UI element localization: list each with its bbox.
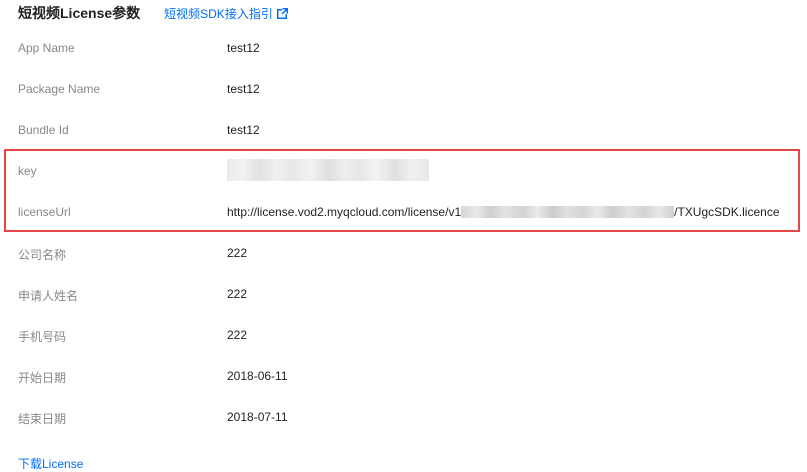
row-value: 2018-06-11: [227, 369, 288, 383]
license-params-list: App Name test12 Package Name test12 Bund…: [0, 28, 807, 438]
row-label: App Name: [18, 41, 75, 55]
sdk-guide-link-label: 短视频SDK接入指引: [164, 6, 273, 21]
row-label: 公司名称: [18, 248, 67, 262]
row-value: 222: [227, 287, 248, 301]
row-start-date: 开始日期 2018-06-11: [0, 356, 807, 397]
row-label: Bundle Id: [18, 123, 69, 137]
row-label: key: [18, 164, 37, 178]
row-package-name: Package Name test12: [0, 69, 807, 110]
row-bundle-id: Bundle Id test12: [0, 110, 807, 151]
row-value: [227, 159, 429, 181]
row-value: 222: [227, 328, 248, 342]
section-header: 短视频License参数 短视频SDK接入指引: [18, 4, 288, 22]
row-license-url: licenseUrl http://license.vod2.myqcloud.…: [0, 192, 807, 233]
license-url-prefix: http://license.vod2.myqcloud.com/license…: [227, 205, 462, 219]
license-url-suffix: /TXUgcSDK.licence: [674, 205, 780, 219]
row-applicant-name: 申请人姓名 222: [0, 274, 807, 315]
row-label: 申请人姓名: [18, 289, 79, 303]
redacted-key-value: [227, 159, 429, 181]
row-label: 开始日期: [18, 371, 67, 385]
row-label: 手机号码: [18, 330, 67, 344]
row-label: licenseUrl: [18, 205, 71, 219]
section-title: 短视频License参数: [18, 5, 141, 21]
row-label: 结束日期: [18, 412, 67, 426]
row-key: key: [0, 151, 807, 192]
license-url-value: http://license.vod2.myqcloud.com/license…: [227, 205, 780, 219]
redacted-url-segment: [461, 206, 675, 218]
row-label: Package Name: [18, 82, 101, 96]
row-value: test12: [227, 123, 260, 137]
download-license-link[interactable]: 下载License: [18, 455, 83, 472]
row-end-date: 结束日期 2018-07-11: [0, 397, 807, 438]
row-value: 222: [227, 246, 248, 260]
row-phone-number: 手机号码 222: [0, 315, 807, 356]
row-value: 2018-07-11: [227, 410, 288, 424]
sdk-guide-link[interactable]: 短视频SDK接入指引: [164, 5, 288, 22]
external-link-icon: [276, 7, 288, 19]
row-company-name: 公司名称 222: [0, 233, 807, 274]
row-value: test12: [227, 41, 260, 55]
row-value: test12: [227, 82, 260, 96]
row-app-name: App Name test12: [0, 28, 807, 69]
